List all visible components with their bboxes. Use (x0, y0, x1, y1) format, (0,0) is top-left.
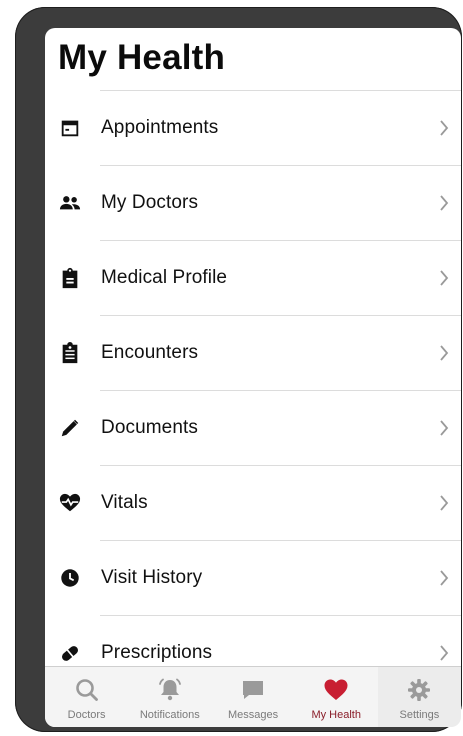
chevron-right-icon (439, 494, 449, 511)
pencil-icon (58, 416, 82, 440)
tab-settings[interactable]: Settings (377, 667, 461, 727)
page-title: My Health (58, 38, 226, 77)
tab-label: Settings (399, 709, 440, 721)
clipboard-icon (58, 266, 82, 290)
chat-icon (240, 677, 266, 703)
device-frame: My Health Appointments My Doctors Medica… (15, 7, 462, 732)
app-screen: My Health Appointments My Doctors Medica… (45, 28, 461, 727)
chevron-right-icon (439, 569, 449, 586)
chevron-right-icon (439, 419, 449, 436)
menu-item-label: Vitals (101, 491, 148, 513)
menu-item-label: Medical Profile (101, 266, 228, 288)
menu-item-label: Documents (101, 416, 198, 438)
tab-label: Messages (227, 709, 279, 721)
tab-label: My Health (311, 709, 361, 721)
clock-icon (58, 566, 82, 590)
bell-icon (157, 677, 183, 703)
tab-notifications[interactable]: Notifications (128, 667, 211, 727)
chevron-right-icon (439, 344, 449, 361)
menu-item-label: My Doctors (101, 191, 199, 213)
heart-icon (323, 677, 349, 703)
menu-item-documents[interactable]: Documents (45, 390, 461, 465)
people-icon (58, 191, 82, 215)
menu-item-label: Prescriptions (101, 641, 213, 663)
chevron-right-icon (439, 194, 449, 211)
chevron-right-icon (439, 269, 449, 286)
tab-doctors[interactable]: Doctors (45, 667, 128, 727)
menu-item-label: Visit History (101, 566, 203, 588)
menu-item-vitals[interactable]: Vitals (45, 465, 461, 540)
chevron-right-icon (439, 119, 449, 136)
menu-item-label: Encounters (101, 341, 199, 363)
tab-my-health[interactable]: My Health (295, 667, 378, 727)
calendar-icon (58, 116, 82, 140)
menu-item-label: Appointments (101, 116, 219, 138)
tab-label: Doctors (67, 709, 106, 721)
menu-item-encounters[interactable]: Encounters (45, 315, 461, 390)
search-icon (74, 677, 100, 703)
heart-pulse-icon (58, 491, 82, 515)
tab-messages[interactable]: Messages (211, 667, 294, 727)
menu-item-medical-profile[interactable]: Medical Profile (45, 240, 461, 315)
menu-item-visit-history[interactable]: Visit History (45, 540, 461, 615)
health-menu: Appointments My Doctors Medical Profile … (45, 90, 461, 690)
tab-bar: Doctors Notifications Messages My Health (45, 666, 461, 727)
pill-icon (58, 641, 82, 665)
medical-clipboard-icon (58, 341, 82, 365)
menu-item-my-doctors[interactable]: My Doctors (45, 165, 461, 240)
gear-icon (406, 677, 432, 703)
chevron-right-icon (439, 644, 449, 661)
menu-item-appointments[interactable]: Appointments (45, 90, 461, 165)
tab-label: Notifications (139, 709, 200, 721)
